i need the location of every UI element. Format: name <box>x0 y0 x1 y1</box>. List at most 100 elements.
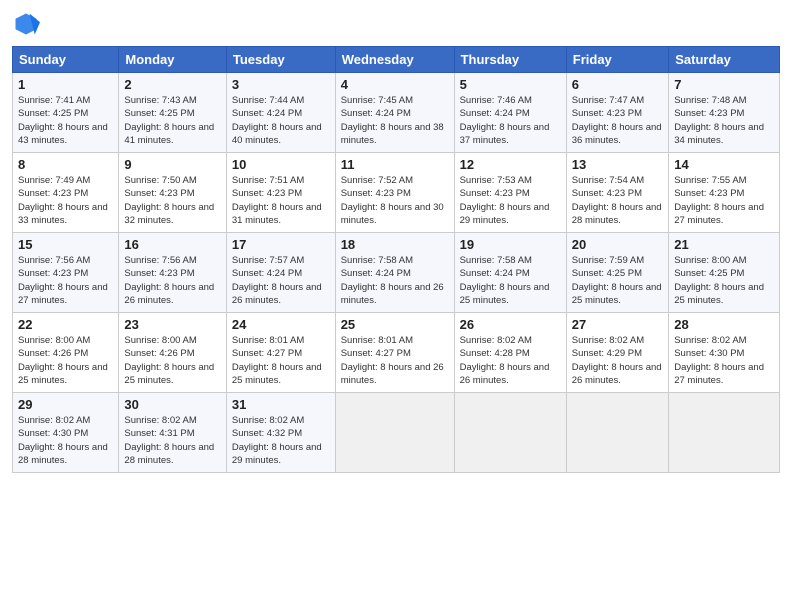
page-container: SundayMondayTuesdayWednesdayThursdayFrid… <box>0 0 792 483</box>
day-number: 15 <box>18 237 113 252</box>
day-detail: Sunrise: 7:52 AMSunset: 4:23 PMDaylight:… <box>341 174 449 227</box>
day-detail: Sunrise: 8:02 AMSunset: 4:30 PMDaylight:… <box>18 414 113 467</box>
day-detail: Sunrise: 7:43 AMSunset: 4:25 PMDaylight:… <box>124 94 220 147</box>
weekday-header: Thursday <box>454 47 566 73</box>
day-number: 13 <box>572 157 663 172</box>
calendar-week-row: 22 Sunrise: 8:00 AMSunset: 4:26 PMDayligh… <box>13 313 780 393</box>
calendar-cell: 1Sunrise: 7:41 AMSunset: 4:25 PMDaylight… <box>13 73 119 153</box>
day-detail: Sunrise: 7:46 AMSunset: 4:24 PMDaylight:… <box>460 94 561 147</box>
calendar-cell: 10 Sunrise: 7:51 AMSunset: 4:23 PMDayligh… <box>226 153 335 233</box>
day-number: 25 <box>341 317 449 332</box>
calendar-cell: 12Sunrise: 7:53 AMSunset: 4:23 PMDayligh… <box>454 153 566 233</box>
day-number: 2 <box>124 77 220 92</box>
calendar-cell: 8 Sunrise: 7:49 AMSunset: 4:23 PMDaylight… <box>13 153 119 233</box>
weekday-header: Wednesday <box>335 47 454 73</box>
day-number: 7 <box>674 77 774 92</box>
calendar-header: SundayMondayTuesdayWednesdayThursdayFrid… <box>13 47 780 73</box>
calendar-cell: 9Sunrise: 7:50 AMSunset: 4:23 PMDaylight… <box>119 153 226 233</box>
day-detail: Sunrise: 8:00 AMSunset: 4:26 PMDaylight:… <box>124 334 220 387</box>
day-detail: Sunrise: 7:55 AMSunset: 4:23 PMDaylight:… <box>674 174 774 227</box>
day-number: 3 <box>232 77 330 92</box>
calendar-cell <box>566 393 668 473</box>
day-number: 16 <box>124 237 220 252</box>
weekday-header: Saturday <box>669 47 780 73</box>
day-number: 8 <box>18 157 113 172</box>
day-number: 20 <box>572 237 663 252</box>
calendar-cell: 24Sunrise: 8:01 AMSunset: 4:27 PMDayligh… <box>226 313 335 393</box>
day-detail: Sunrise: 7:45 AMSunset: 4:24 PMDaylight:… <box>341 94 449 147</box>
header <box>12 10 780 38</box>
calendar-week-row: 15 Sunrise: 7:56 AMSunset: 4:23 PMDayligh… <box>13 233 780 313</box>
day-detail: Sunrise: 7:47 AMSunset: 4:23 PMDaylight:… <box>572 94 663 147</box>
logo <box>12 10 44 38</box>
day-number: 28 <box>674 317 774 332</box>
day-detail: Sunrise: 8:00 AMSunset: 4:26 PMDaylight:… <box>18 334 113 387</box>
day-detail: Sunrise: 7:58 AMSunset: 4:24 PMDaylight:… <box>341 254 449 307</box>
calendar-cell: 14Sunrise: 7:55 AMSunset: 4:23 PMDayligh… <box>669 153 780 233</box>
calendar-cell: 19 Sunrise: 7:58 AMSunset: 4:24 PMDayligh… <box>454 233 566 313</box>
calendar-cell: 20 Sunrise: 7:59 AMSunset: 4:25 PMDayligh… <box>566 233 668 313</box>
day-detail: Sunrise: 8:02 AMSunset: 4:30 PMDaylight:… <box>674 334 774 387</box>
header-row: SundayMondayTuesdayWednesdayThursdayFrid… <box>13 47 780 73</box>
day-number: 26 <box>460 317 561 332</box>
day-detail: Sunrise: 7:59 AMSunset: 4:25 PMDaylight:… <box>572 254 663 307</box>
day-detail: Sunrise: 7:53 AMSunset: 4:23 PMDaylight:… <box>460 174 561 227</box>
calendar-cell: 18Sunrise: 7:58 AMSunset: 4:24 PMDayligh… <box>335 233 454 313</box>
day-number: 22 <box>18 317 113 332</box>
calendar-cell: 3 Sunrise: 7:44 AMSunset: 4:24 PMDaylight… <box>226 73 335 153</box>
calendar-cell <box>335 393 454 473</box>
calendar-cell: 13 Sunrise: 7:54 AMSunset: 4:23 PMDayligh… <box>566 153 668 233</box>
day-number: 19 <box>460 237 561 252</box>
calendar-cell: 16 Sunrise: 7:56 AMSunset: 4:23 PMDayligh… <box>119 233 226 313</box>
day-number: 1 <box>18 77 113 92</box>
day-number: 27 <box>572 317 663 332</box>
calendar-cell: 25 Sunrise: 8:01 AMSunset: 4:27 PMDayligh… <box>335 313 454 393</box>
calendar-cell: 22 Sunrise: 8:00 AMSunset: 4:26 PMDayligh… <box>13 313 119 393</box>
weekday-header: Monday <box>119 47 226 73</box>
day-detail: Sunrise: 7:56 AMSunset: 4:23 PMDaylight:… <box>18 254 113 307</box>
calendar-table: SundayMondayTuesdayWednesdayThursdayFrid… <box>12 46 780 473</box>
calendar-cell <box>669 393 780 473</box>
calendar-cell <box>454 393 566 473</box>
day-number: 30 <box>124 397 220 412</box>
day-number: 31 <box>232 397 330 412</box>
day-number: 24 <box>232 317 330 332</box>
day-detail: Sunrise: 7:44 AMSunset: 4:24 PMDaylight:… <box>232 94 330 147</box>
calendar-cell: 28 Sunrise: 8:02 AMSunset: 4:30 PMDayligh… <box>669 313 780 393</box>
day-detail: Sunrise: 8:02 AMSunset: 4:29 PMDaylight:… <box>572 334 663 387</box>
day-detail: Sunrise: 8:01 AMSunset: 4:27 PMDaylight:… <box>341 334 449 387</box>
day-detail: Sunrise: 8:02 AMSunset: 4:32 PMDaylight:… <box>232 414 330 467</box>
calendar-cell: 17Sunrise: 7:57 AMSunset: 4:24 PMDayligh… <box>226 233 335 313</box>
weekday-header: Tuesday <box>226 47 335 73</box>
calendar-cell: 2 Sunrise: 7:43 AMSunset: 4:25 PMDaylight… <box>119 73 226 153</box>
day-number: 10 <box>232 157 330 172</box>
calendar-cell: 27 Sunrise: 8:02 AMSunset: 4:29 PMDayligh… <box>566 313 668 393</box>
day-number: 23 <box>124 317 220 332</box>
day-number: 4 <box>341 77 449 92</box>
day-detail: Sunrise: 7:57 AMSunset: 4:24 PMDaylight:… <box>232 254 330 307</box>
day-detail: Sunrise: 7:49 AMSunset: 4:23 PMDaylight:… <box>18 174 113 227</box>
calendar-cell: 26 Sunrise: 8:02 AMSunset: 4:28 PMDayligh… <box>454 313 566 393</box>
calendar-week-row: 8 Sunrise: 7:49 AMSunset: 4:23 PMDaylight… <box>13 153 780 233</box>
calendar-cell: 31 Sunrise: 8:02 AMSunset: 4:32 PMDayligh… <box>226 393 335 473</box>
day-detail: Sunrise: 8:02 AMSunset: 4:28 PMDaylight:… <box>460 334 561 387</box>
day-detail: Sunrise: 7:51 AMSunset: 4:23 PMDaylight:… <box>232 174 330 227</box>
calendar-cell: 7Sunrise: 7:48 AMSunset: 4:23 PMDaylight… <box>669 73 780 153</box>
calendar-cell: 29Sunrise: 8:02 AMSunset: 4:30 PMDayligh… <box>13 393 119 473</box>
calendar-cell: 11Sunrise: 7:52 AMSunset: 4:23 PMDayligh… <box>335 153 454 233</box>
day-detail: Sunrise: 7:58 AMSunset: 4:24 PMDaylight:… <box>460 254 561 307</box>
day-detail: Sunrise: 7:56 AMSunset: 4:23 PMDaylight:… <box>124 254 220 307</box>
calendar-week-row: 29Sunrise: 8:02 AMSunset: 4:30 PMDayligh… <box>13 393 780 473</box>
day-number: 6 <box>572 77 663 92</box>
calendar-week-row: 1Sunrise: 7:41 AMSunset: 4:25 PMDaylight… <box>13 73 780 153</box>
calendar-cell: 15 Sunrise: 7:56 AMSunset: 4:23 PMDayligh… <box>13 233 119 313</box>
calendar-cell: 6 Sunrise: 7:47 AMSunset: 4:23 PMDaylight… <box>566 73 668 153</box>
calendar-cell: 5 Sunrise: 7:46 AMSunset: 4:24 PMDaylight… <box>454 73 566 153</box>
calendar-cell: 21Sunrise: 8:00 AMSunset: 4:25 PMDayligh… <box>669 233 780 313</box>
day-number: 5 <box>460 77 561 92</box>
weekday-header: Friday <box>566 47 668 73</box>
calendar-cell: 23 Sunrise: 8:00 AMSunset: 4:26 PMDayligh… <box>119 313 226 393</box>
logo-icon <box>12 10 40 38</box>
day-detail: Sunrise: 7:50 AMSunset: 4:23 PMDaylight:… <box>124 174 220 227</box>
day-detail: Sunrise: 7:54 AMSunset: 4:23 PMDaylight:… <box>572 174 663 227</box>
